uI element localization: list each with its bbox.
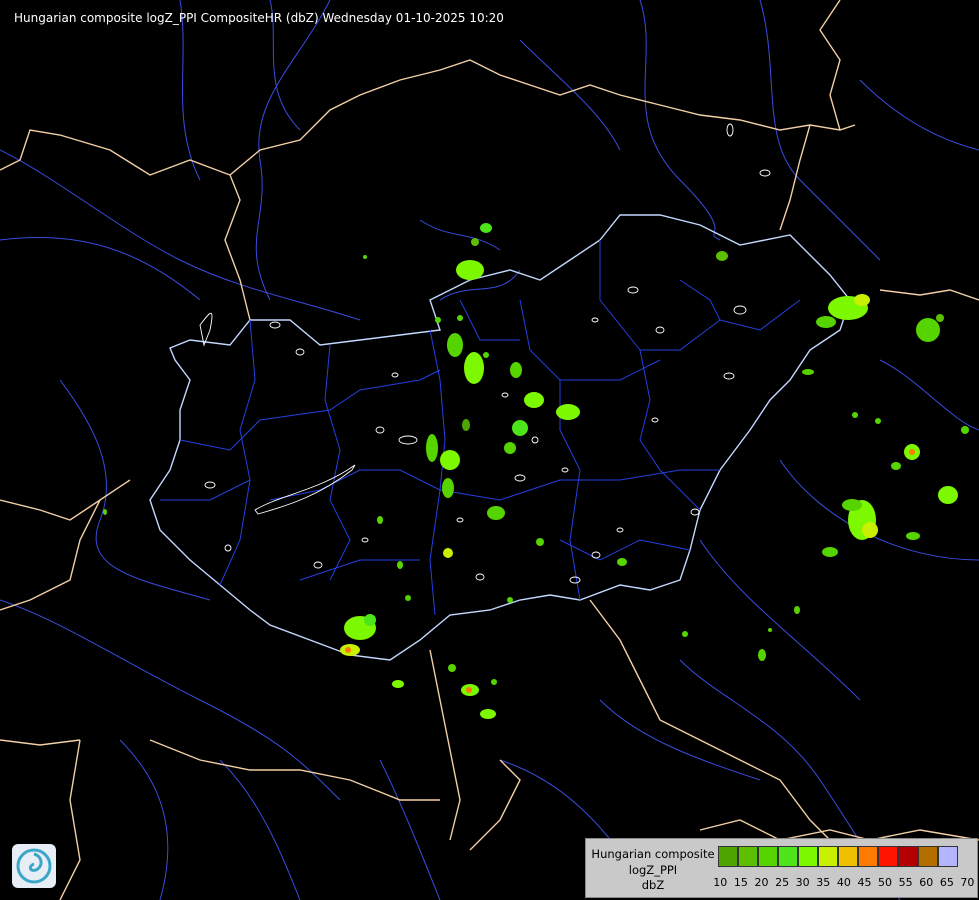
radar-map xyxy=(0,0,979,900)
legend-swatch-40 xyxy=(838,846,858,867)
legend-swatch-50 xyxy=(878,846,898,867)
legend-swatch-15 xyxy=(738,846,758,867)
legend-tick-70: 70 xyxy=(960,876,975,889)
legend-swatch-60 xyxy=(918,846,938,867)
legend-line-1: Hungarian composite xyxy=(591,847,715,861)
dbz-legend: Hungarian composite logZ_PPI dbZ 10 15 20 2… xyxy=(585,838,978,898)
legend-swatches xyxy=(718,846,958,869)
legend-swatch-55 xyxy=(898,846,918,867)
legend-tick-15: 15 xyxy=(733,876,748,889)
legend-swatch-20 xyxy=(758,846,778,867)
legend-ticks: 10 15 20 25 30 35 40 45 50 55 60 65 70 xyxy=(710,876,978,889)
met-service-logo-icon xyxy=(12,844,56,888)
legend-title: Hungarian composite logZ_PPI dbZ xyxy=(590,847,716,894)
legend-tick-65: 65 xyxy=(939,876,954,889)
legend-tick-60: 60 xyxy=(919,876,934,889)
legend-tick-10: 10 xyxy=(713,876,728,889)
legend-swatch-30 xyxy=(798,846,818,867)
legend-tick-35: 35 xyxy=(816,876,831,889)
legend-tick-25: 25 xyxy=(775,876,790,889)
legend-tick-50: 50 xyxy=(878,876,893,889)
legend-tick-55: 55 xyxy=(898,876,913,889)
map-title: Hungarian composite logZ_PPI CompositeHR… xyxy=(14,11,504,25)
legend-tick-40: 40 xyxy=(836,876,851,889)
legend-line-2: logZ_PPI xyxy=(628,862,678,877)
legend-line-3: dbZ xyxy=(641,878,665,892)
legend-tick-45: 45 xyxy=(857,876,872,889)
legend-tick-20: 20 xyxy=(754,876,769,889)
legend-swatch-45 xyxy=(858,846,878,867)
legend-swatch-10 xyxy=(718,846,738,867)
legend-tick-30: 30 xyxy=(795,876,810,889)
legend-swatch-25 xyxy=(778,846,798,867)
legend-swatch-70 xyxy=(938,846,958,867)
legend-swatch-35 xyxy=(818,846,838,867)
